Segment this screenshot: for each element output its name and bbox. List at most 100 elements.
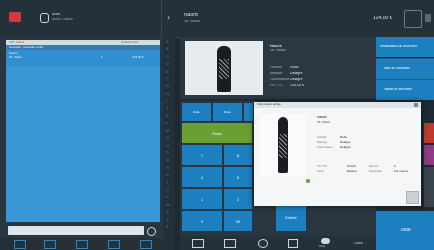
top-bar: Arrêt Mode Caisse 1 Naomi 36 / Black 124… [0, 0, 434, 38]
dialog-ok-button[interactable] [406, 191, 419, 204]
alpha-letter-n[interactable]: N [166, 136, 169, 140]
key-0[interactable]: 0 [182, 211, 222, 231]
dialog-product-image [260, 114, 306, 176]
alpha-letter-v[interactable]: V [166, 195, 169, 199]
alpha-letter-w[interactable]: W [166, 203, 170, 207]
toolbar-button-1[interactable] [14, 240, 26, 249]
alpha-letter-h[interactable]: H [166, 92, 169, 96]
alpha-letter-s[interactable]: S [166, 173, 169, 177]
total-label: Total [400, 228, 411, 233]
status-title: Arrêt [52, 13, 60, 16]
register-status-icon[interactable] [9, 12, 21, 22]
dialog-field-value: Delagre [340, 146, 351, 149]
print-icon[interactable] [192, 239, 204, 248]
key-1[interactable]: 1 [182, 189, 222, 209]
field-value: 124,00 € [290, 84, 304, 87]
red-action-button[interactable] [424, 123, 434, 143]
alpha-letter-x[interactable]: X [166, 210, 169, 214]
alpha-letter-z[interactable]: Z [166, 225, 168, 229]
alpha-letter-p[interactable]: P [166, 151, 169, 155]
green-button-label: Robe [212, 130, 222, 136]
action-label: Réclamation de document [380, 45, 418, 48]
key-7[interactable]: 7 [182, 145, 222, 165]
quick-button[interactable] [244, 103, 253, 121]
stock-row-b: Disponible [369, 170, 383, 173]
alpha-letter-l[interactable]: L [166, 121, 168, 125]
cart-empty-area [6, 67, 160, 222]
key-5[interactable]: 5 [224, 167, 252, 187]
action-button-valider[interactable]: Valider le document [376, 79, 434, 100]
client-icon[interactable] [321, 238, 330, 244]
alpha-letter-t[interactable]: T [166, 181, 168, 185]
product-image [185, 41, 263, 95]
quick-button[interactable]: Robe [213, 103, 242, 121]
quick-button[interactable]: Robe [182, 103, 211, 121]
dialog-field-label: Marque [317, 141, 328, 144]
cart-list[interactable]: LIB / Article Quantité Prix Nouvelle - N… [6, 40, 160, 222]
alpha-letter-g[interactable]: G [166, 84, 169, 88]
product-panel-name: Naomi [270, 44, 282, 48]
field-label: Marque [270, 72, 283, 75]
stock-row-a: Réserve [347, 170, 358, 173]
quick-label: Robe [224, 110, 231, 114]
green-category-button[interactable]: Robe [182, 123, 252, 143]
stock-row-label: PU TTC [317, 165, 328, 168]
cart-item-price: 124,00 € [132, 56, 144, 59]
line-price: 124,00 € [373, 16, 393, 21]
cart-item-name: Naomi [9, 52, 18, 55]
cart-header-right: Quantité Prix [121, 41, 139, 44]
alpha-letter-q[interactable]: Q [166, 158, 169, 162]
client-label: Client [354, 242, 364, 245]
enter-button[interactable]: Entrée [276, 204, 306, 231]
toolbar-button-4[interactable] [108, 240, 120, 249]
cart-item-qty: 1 [101, 56, 103, 59]
key-2[interactable]: 2 [224, 189, 252, 209]
action-button-reclamation[interactable]: Réclamation de document [376, 37, 434, 57]
cart-search-input[interactable] [8, 226, 144, 235]
cart-row[interactable]: Naomi 36 / Black 1 124,00 € [6, 50, 160, 67]
status-subtitle: Mode Caisse [52, 18, 73, 21]
key-8[interactable]: 8 [224, 145, 252, 165]
dark-action-button[interactable] [424, 167, 434, 207]
field-label: Famille [270, 66, 282, 69]
drawer-icon[interactable] [224, 239, 236, 248]
field-value: Delagre [290, 72, 303, 75]
key-4[interactable]: 4 [182, 167, 222, 187]
alpha-letter-e[interactable]: E [166, 70, 169, 74]
more-button[interactable] [425, 14, 431, 22]
close-icon[interactable] [414, 103, 418, 107]
purple-action-button[interactable] [424, 145, 434, 165]
alpha-letter-y[interactable]: Y [166, 218, 169, 222]
alpha-letter-m[interactable]: M [166, 129, 169, 133]
alpha-letter-o[interactable]: O [166, 144, 169, 148]
alpha-letter-r[interactable]: R [166, 166, 169, 170]
user-icon[interactable] [40, 13, 49, 23]
action-button-mise[interactable]: Mise en document [376, 58, 434, 79]
dialog-titlebar: Information article [254, 102, 421, 108]
alpha-letter-c[interactable]: C [166, 55, 169, 59]
search-icon[interactable] [147, 227, 156, 236]
dialog-field-value: Delagre [340, 141, 351, 144]
product-panel: Naomi 36 / Black Famille Robe Marque Del… [180, 37, 376, 99]
toolbar-button-3[interactable] [76, 240, 88, 249]
cart-subheader-text: Nouvelle - Nouvelle vente [9, 46, 44, 49]
alpha-letter-a[interactable]: A [166, 40, 169, 44]
return-icon[interactable] [258, 239, 268, 248]
alpha-letter-k[interactable]: K [166, 114, 169, 118]
alpha-letter-d[interactable]: D [166, 62, 169, 66]
toolbar-button-2[interactable] [44, 240, 56, 249]
toolbar-button-5[interactable] [140, 240, 152, 249]
alphabet-list: ABCDEFGHIJKLMNOPQRSTUVWXYZ [163, 40, 175, 240]
delete-line-button[interactable] [404, 10, 422, 28]
total-button[interactable]: Total [376, 211, 434, 250]
alpha-letter-i[interactable]: I [166, 99, 167, 103]
key-00[interactable]: 00 [224, 211, 252, 231]
stock-row-b: Remise [369, 165, 379, 168]
alpha-letter-j[interactable]: J [166, 107, 168, 111]
alpha-letter-b[interactable]: B [166, 47, 169, 51]
infos-label: Infos [319, 245, 326, 248]
line-number: 1 [167, 16, 170, 21]
alpha-letter-f[interactable]: F [166, 77, 168, 81]
alpha-letter-u[interactable]: U [166, 188, 169, 192]
delete-icon[interactable] [288, 239, 298, 248]
